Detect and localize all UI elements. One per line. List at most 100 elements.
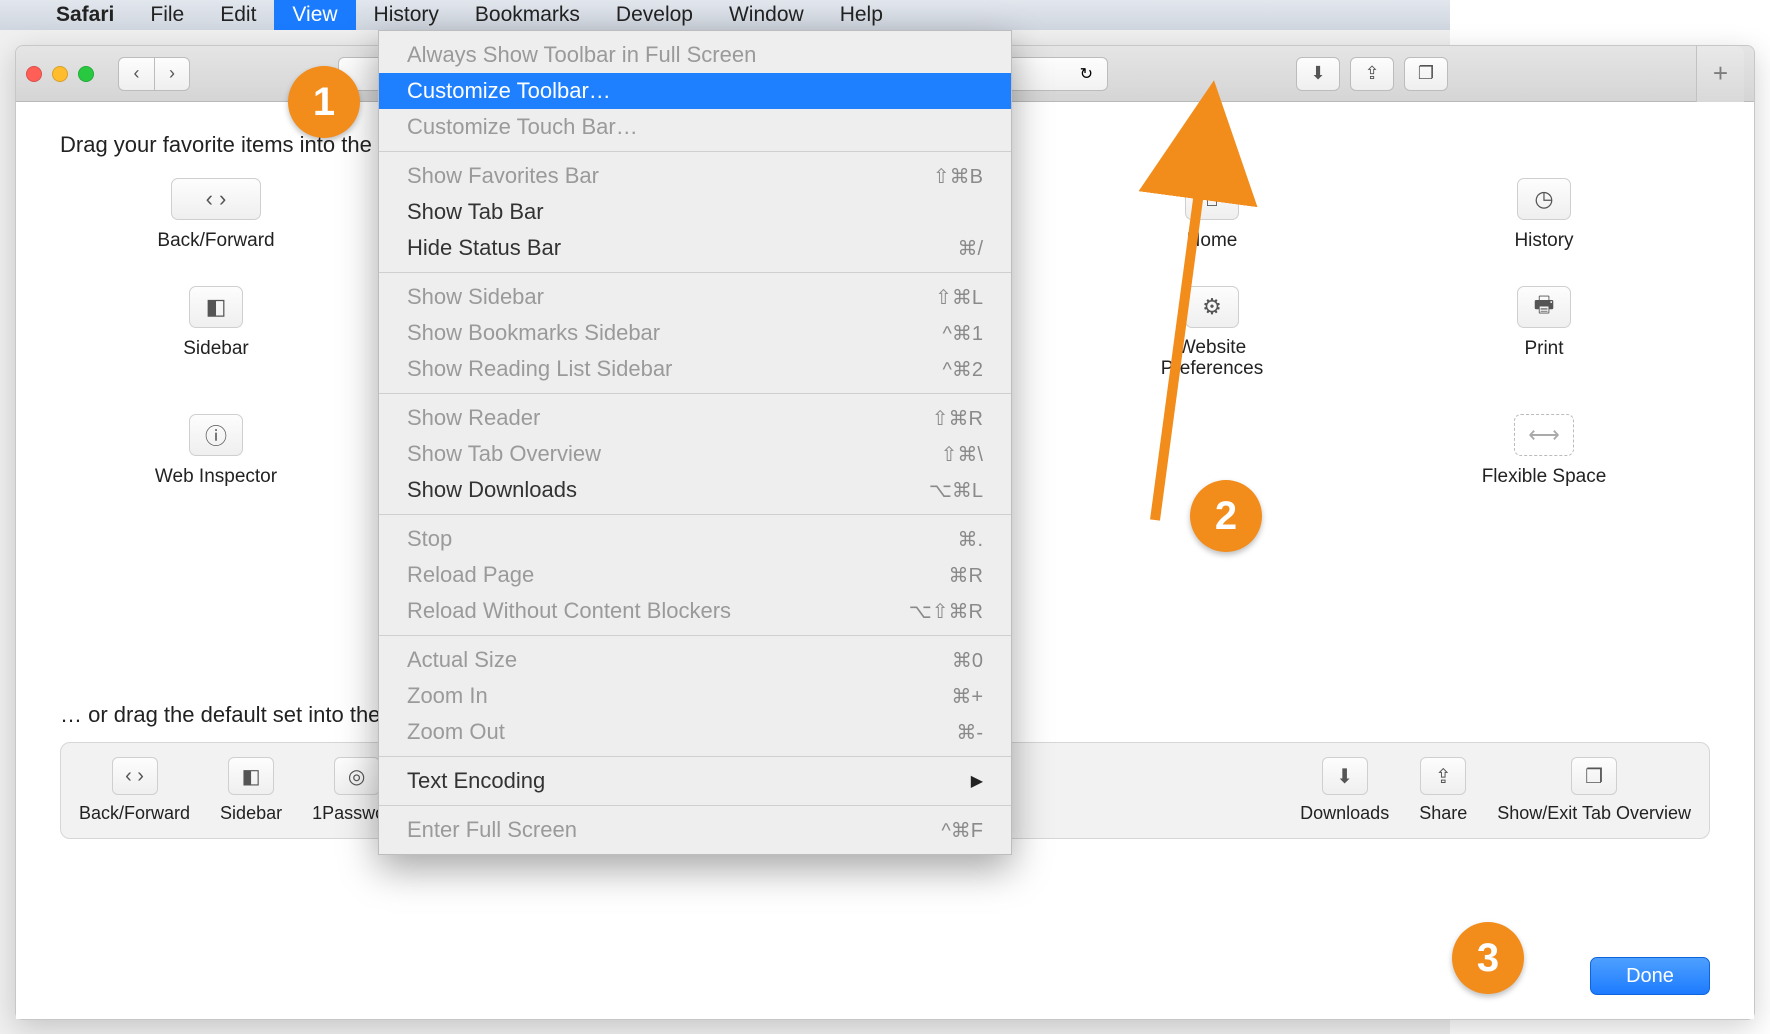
menu-item-shortcut: ^⌘F <box>941 818 983 843</box>
reload-icon[interactable]: ↻ <box>1080 64 1093 84</box>
menu-item: Show Tab Overview ⇧⌘\ <box>379 436 1011 472</box>
menu-item-label: Reload Page <box>407 562 534 588</box>
menu-item-label: Reload Without Content Blockers <box>407 598 731 624</box>
menu-item[interactable]: Show Tab Bar <box>379 194 1011 230</box>
menu-item-shortcut: ⌥⇧⌘R <box>909 599 983 624</box>
menu-item-shortcut: ⌥⌘L <box>929 478 983 503</box>
menu-item-label: Enter Full Screen <box>407 817 577 843</box>
menu-item-shortcut: ⌘. <box>957 527 983 552</box>
back-forward-icon: ‹ › <box>171 178 261 220</box>
menu-item-shortcut: ⌘+ <box>951 684 983 709</box>
menu-item-label: Show Downloads <box>407 477 577 503</box>
menu-item-shortcut: ^⌘1 <box>942 321 983 346</box>
default-item-tab-overview[interactable]: ❐Show/Exit Tab Overview <box>1497 757 1691 824</box>
download-icon: ⬇ <box>1310 63 1325 84</box>
menubar-history[interactable]: History <box>356 0 457 30</box>
menu-item: Reload Page⌘R <box>379 557 1011 593</box>
menu-item: Show Bookmarks Sidebar ^⌘1 <box>379 315 1011 351</box>
menu-item: Show Favorites Bar⇧⌘B <box>379 158 1011 194</box>
close-window-button[interactable] <box>26 66 42 82</box>
menu-separator <box>379 272 1011 273</box>
menu-item-label: Show Reading List Sidebar <box>407 356 672 382</box>
menu-item[interactable]: Customize Toolbar… <box>379 73 1011 109</box>
share-icon: ⇪ <box>1420 757 1466 795</box>
default-item-label: Sidebar <box>220 803 282 824</box>
menubar-file[interactable]: File <box>132 0 202 30</box>
menu-item: Always Show Toolbar in Full Screen <box>379 37 1011 73</box>
toolbar-item-flexible-space[interactable]: ⟷ Flexible Space <box>1388 414 1700 488</box>
toolbar-item-sidebar[interactable]: ◧ Sidebar <box>60 286 372 380</box>
default-item-label: Downloads <box>1300 803 1389 824</box>
menu-item: Stop ⌘. <box>379 521 1011 557</box>
menu-item: Show Reading List Sidebar ^⌘2 <box>379 351 1011 387</box>
toolbar-item-label: History <box>1514 230 1573 252</box>
toolbar-item-label: Sidebar <box>183 338 249 360</box>
traffic-lights <box>26 66 94 82</box>
view-menu-dropdown: Always Show Toolbar in Full Screen Custom… <box>378 30 1012 855</box>
menubar-help[interactable]: Help <box>822 0 901 30</box>
menu-item[interactable]: Text Encoding▶ <box>379 763 1011 799</box>
back-forward-segment: ‹ › <box>118 57 190 91</box>
menubar-window[interactable]: Window <box>711 0 822 30</box>
menu-item-shortcut: ^⌘2 <box>942 357 983 382</box>
toolbar-item-back-forward[interactable]: ‹ › Back/Forward <box>60 178 372 252</box>
toolbar-item-label: Flexible Space <box>1482 466 1607 488</box>
menu-item[interactable]: Hide Status Bar ⌘/ <box>379 230 1011 266</box>
sidebar-icon: ◧ <box>189 286 243 328</box>
menu-item-label: Customize Toolbar… <box>407 78 611 104</box>
menu-item: Actual Size⌘0 <box>379 642 1011 678</box>
menubar-app[interactable]: Safari <box>38 0 132 30</box>
menu-item-shortcut: ⌘0 <box>952 648 983 673</box>
menu-item: Customize Touch Bar… <box>379 109 1011 145</box>
menu-item-shortcut: ⇧⌘\ <box>941 442 983 467</box>
menubar-view[interactable]: View <box>274 0 355 30</box>
sidebar-icon: ◧ <box>228 757 274 795</box>
menu-separator <box>379 151 1011 152</box>
toolbar-item-label: Back/Forward <box>157 230 274 252</box>
menu-item-label: Show Sidebar <box>407 284 544 310</box>
menubar-bookmarks[interactable]: Bookmarks <box>457 0 598 30</box>
menu-item: Reload Without Content Blockers ⌥⇧⌘R <box>379 593 1011 629</box>
menu-item-label: Zoom In <box>407 683 488 709</box>
zoom-window-button[interactable] <box>78 66 94 82</box>
default-item-sidebar[interactable]: ◧ Sidebar <box>220 757 282 824</box>
new-tab-button[interactable]: + <box>1696 46 1744 102</box>
forward-button[interactable]: › <box>154 57 190 91</box>
toolbar-item-web-inspector[interactable]: ⓘWeb Inspector <box>60 414 372 488</box>
menu-item-label: Show Favorites Bar <box>407 163 599 189</box>
menu-item-label: Stop <box>407 526 452 552</box>
default-item-downloads[interactable]: ⬇Downloads <box>1300 757 1389 824</box>
menu-item[interactable]: Show Downloads ⌥⌘L <box>379 472 1011 508</box>
menu-item-label: Show Tab Overview <box>407 441 601 467</box>
menu-item-shortcut: ⌘/ <box>957 236 983 261</box>
menu-item: Enter Full Screen ^⌘F <box>379 812 1011 848</box>
home-icon: ⌂ <box>1185 178 1239 220</box>
menu-item-label: Show Bookmarks Sidebar <box>407 320 660 346</box>
back-forward-icon: ‹ › <box>112 757 158 795</box>
default-item-label: Back/Forward <box>79 803 190 824</box>
menu-separator <box>379 635 1011 636</box>
toolbar-item-website-preferences[interactable]: ⚙WebsitePreferences <box>1056 286 1368 380</box>
toolbar-item-print[interactable]: 🖶Print <box>1388 286 1700 380</box>
minimize-window-button[interactable] <box>52 66 68 82</box>
downloads-button[interactable]: ⬇ <box>1296 57 1340 91</box>
annotation-badge-3: 3 <box>1452 922 1524 994</box>
menubar-develop[interactable]: Develop <box>598 0 711 30</box>
default-item-share[interactable]: ⇪Share <box>1419 757 1467 824</box>
share-icon: ⇪ <box>1364 63 1379 84</box>
submenu-arrow-icon: ▶ <box>971 771 983 791</box>
menubar-edit[interactable]: Edit <box>202 0 274 30</box>
toolbar-item-label: Home <box>1187 230 1238 252</box>
share-button[interactable]: ⇪ <box>1350 57 1394 91</box>
flexible-space-icon: ⟷ <box>1514 414 1574 456</box>
menu-item-label: Hide Status Bar <box>407 235 561 261</box>
toolbar-item-home[interactable]: ⌂ Home <box>1056 178 1368 252</box>
done-button[interactable]: Done <box>1590 957 1710 995</box>
menu-separator <box>379 756 1011 757</box>
tab-overview-button[interactable]: ❐ <box>1404 57 1448 91</box>
default-item-back-forward[interactable]: ‹ › Back/Forward <box>79 757 190 824</box>
menu-item: Show Reader⇧⌘R <box>379 400 1011 436</box>
menu-item-shortcut: ⇧⌘R <box>932 406 983 431</box>
back-button[interactable]: ‹ <box>118 57 154 91</box>
toolbar-item-history[interactable]: ◷History <box>1388 178 1700 252</box>
